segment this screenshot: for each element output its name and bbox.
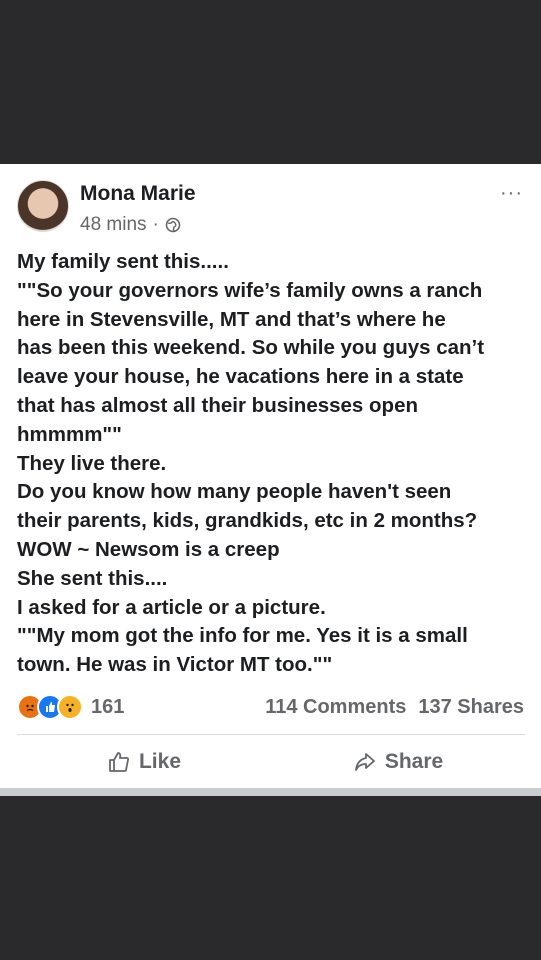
post-stats: 161 114 Comments 137 Shares	[17, 692, 524, 722]
like-label: Like	[138, 750, 182, 773]
post-line: They live there.	[17, 451, 167, 475]
post-line: that has almost all their businesses ope…	[17, 393, 419, 417]
divider	[17, 734, 525, 735]
post-line: hmmmm""	[17, 422, 122, 446]
action-bar: Like Share	[17, 742, 525, 782]
post-time[interactable]: 48 mins	[80, 214, 147, 236]
post-line: WOW ~ Newsom is a creep	[17, 537, 280, 561]
post-line: their parents, kids, grandkids, etc in 2…	[17, 509, 478, 533]
post-line: has been this weekend. So while you guys…	[17, 336, 485, 360]
post-line: ""My mom got the info for me. Yes it is …	[17, 624, 468, 648]
post-text: My family sent this..... ""So your gover…	[17, 248, 532, 680]
share-arrow-icon	[354, 753, 375, 771]
meta-separator: ·	[152, 214, 159, 235]
post-line: town. He was in Victor MT too.""	[17, 653, 333, 677]
post-line: I asked for a article or a picture.	[17, 595, 326, 619]
author-name[interactable]: Mona Marie	[80, 182, 196, 206]
post-line: My family sent this.....	[17, 250, 229, 273]
post-meta: 48 mins ·	[80, 214, 181, 236]
post-line: Do you know how many people haven't seen	[17, 480, 452, 504]
reactions[interactable]	[17, 694, 83, 720]
globe-icon	[165, 217, 181, 233]
post-line: here in Stevensville, MT and that’s wher…	[17, 307, 446, 331]
post-line: She sent this....	[17, 566, 168, 590]
more-options-icon[interactable]: ···	[500, 182, 523, 205]
share-button[interactable]: Share	[271, 742, 525, 782]
comments-count[interactable]: 114 Comments	[265, 696, 406, 719]
post-line: ""So your governors wife’s family owns a…	[17, 278, 483, 302]
reaction-count[interactable]: 161	[91, 696, 124, 719]
post-line: leave your house, he vacations here in a…	[17, 365, 464, 389]
avatar[interactable]	[17, 180, 69, 232]
thumbs-up-icon	[109, 752, 130, 772]
post-card: Mona Marie 48 mins · ··· My family sent …	[0, 164, 541, 788]
share-label: Share	[384, 750, 444, 773]
post-bottom-border	[0, 788, 541, 796]
shares-count[interactable]: 137 Shares	[418, 696, 524, 719]
wow-reaction-icon	[57, 694, 83, 720]
like-button[interactable]: Like	[17, 742, 271, 782]
